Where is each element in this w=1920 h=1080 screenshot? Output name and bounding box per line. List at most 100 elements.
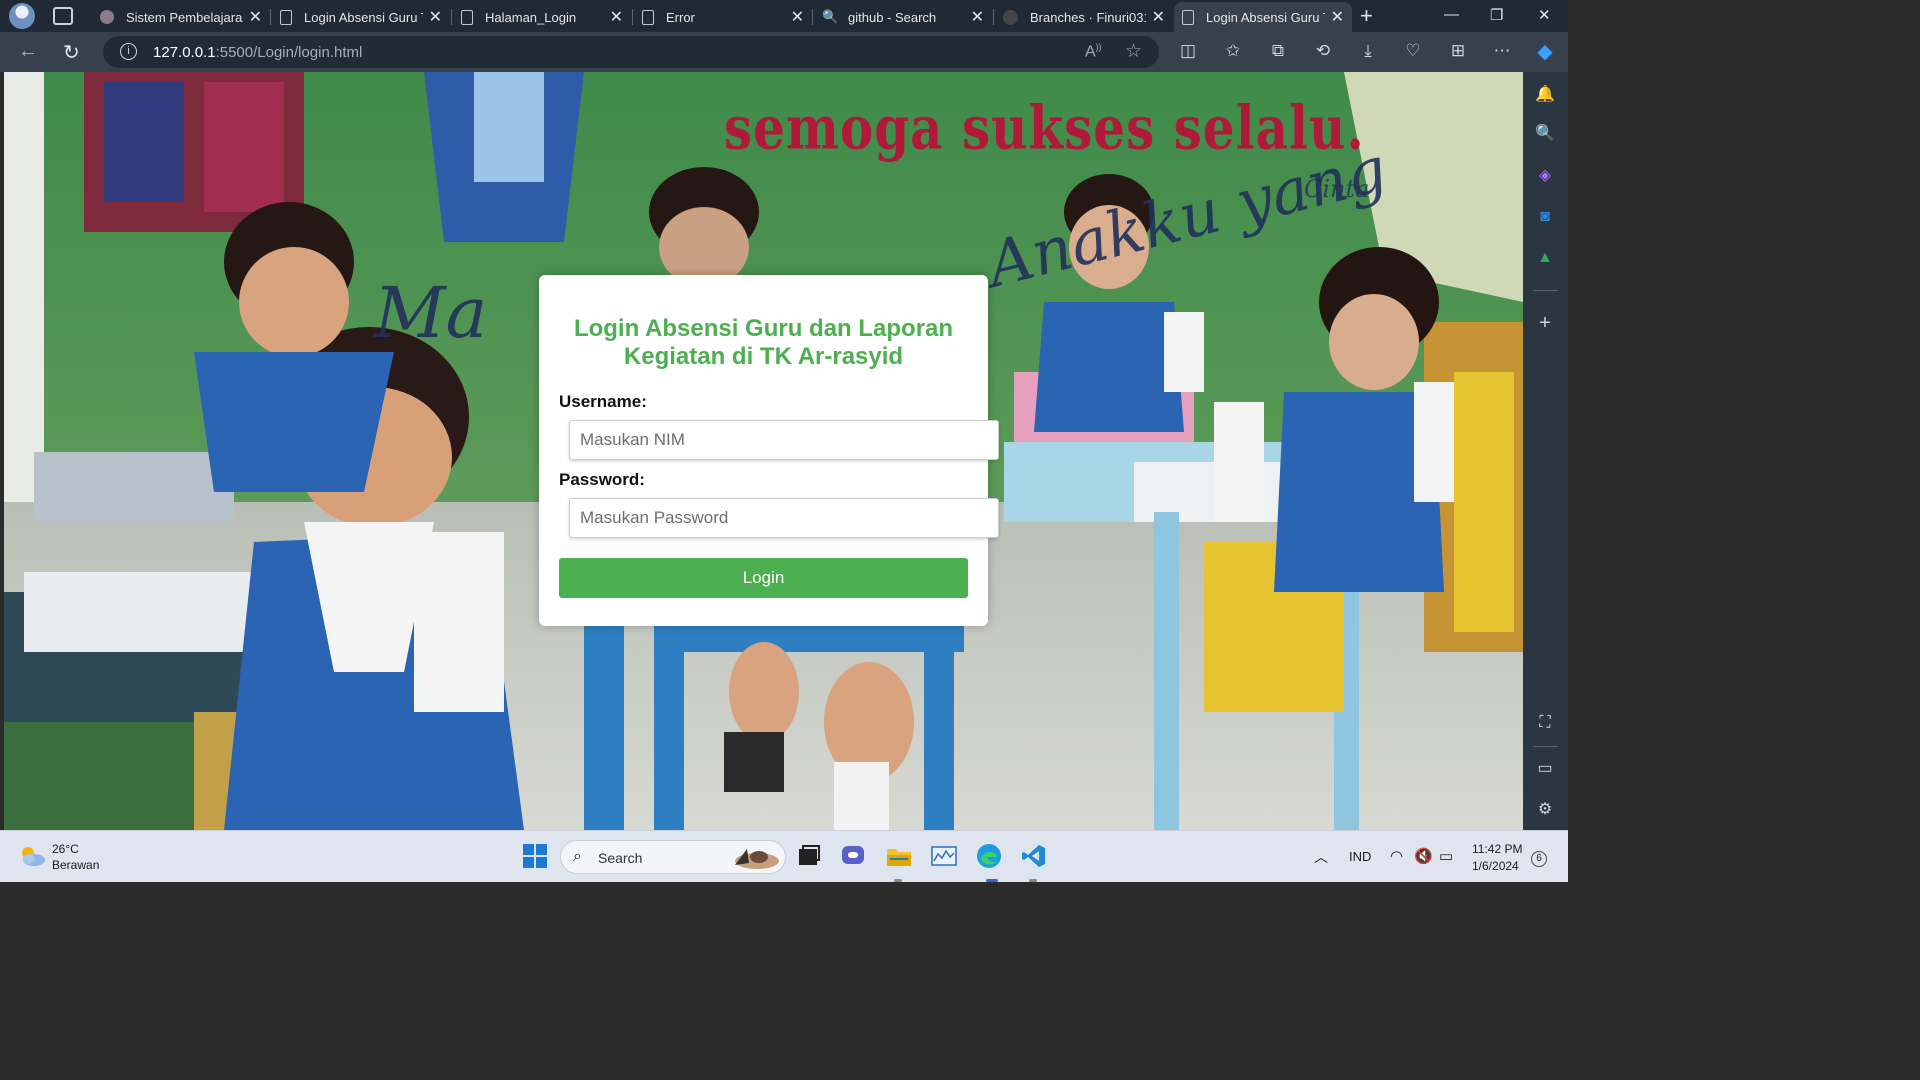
close-icon[interactable]: ✕ bbox=[249, 7, 262, 27]
close-window-icon[interactable]: ✕ bbox=[1538, 6, 1551, 24]
settings-gear-icon[interactable]: ⚙ bbox=[1535, 800, 1555, 820]
collections-icon[interactable]: ⧉ bbox=[1267, 41, 1289, 61]
tab-7-active[interactable]: Login Absensi Guru T ✕ bbox=[1174, 2, 1352, 32]
edge-sidebar: 🔔 🔍 ◈ ◙ ▲ + ⛶ ▭ ⚙ bbox=[1523, 72, 1568, 830]
hide-sidebar-icon[interactable]: ▭ bbox=[1535, 759, 1555, 779]
extensions-icon[interactable]: ⊞ bbox=[1447, 41, 1469, 61]
refresh-icon[interactable]: ↻ bbox=[63, 40, 80, 65]
add-icon[interactable]: + bbox=[1535, 313, 1555, 333]
tab-divider bbox=[812, 9, 813, 25]
copilot-icon[interactable]: ◆ bbox=[1534, 39, 1556, 64]
tab-divider bbox=[451, 9, 452, 25]
tab-divider bbox=[270, 9, 271, 25]
edge-browser-icon[interactable] bbox=[976, 843, 1002, 869]
running-app-indicator bbox=[1029, 879, 1037, 882]
battery-icon[interactable]: ▭ bbox=[1439, 847, 1453, 865]
login-button[interactable]: Login bbox=[559, 558, 968, 598]
tab-label: github - Search bbox=[848, 9, 937, 25]
username-input[interactable] bbox=[569, 420, 999, 460]
new-tab-icon[interactable]: + bbox=[1360, 3, 1373, 29]
close-icon[interactable]: ✕ bbox=[791, 7, 804, 27]
file-explorer-icon[interactable] bbox=[886, 843, 912, 869]
cloudy-weather-icon[interactable] bbox=[18, 844, 46, 868]
page-icon bbox=[1182, 9, 1194, 25]
tab-label: Branches · Finuri0311 bbox=[1030, 9, 1146, 25]
more-options-icon[interactable]: ⋯ bbox=[1491, 41, 1513, 61]
favorite-star-icon[interactable]: ☆ bbox=[1125, 40, 1142, 63]
banner-headline: semoga sukses selalu. bbox=[724, 92, 1365, 163]
taskbar-search-placeholder: Search bbox=[598, 850, 643, 866]
github-icon bbox=[1003, 9, 1018, 25]
sidebar-divider bbox=[1533, 746, 1558, 747]
tab-label: Sistem Pembelajaran bbox=[126, 9, 243, 25]
tab-label: Login Absensi Guru T bbox=[1206, 9, 1325, 25]
tab-actions-icon[interactable] bbox=[53, 7, 73, 25]
split-screen-icon[interactable]: ◫ bbox=[1177, 41, 1199, 61]
url-text[interactable]: 127.0.0.1:5500/Login/login.html bbox=[153, 44, 362, 61]
weather-temperature[interactable]: 26°C bbox=[52, 842, 79, 856]
page-viewport: Ma Anakku yang Cinta semoga sukses selal… bbox=[4, 72, 1523, 830]
history-icon[interactable]: ⟲ bbox=[1312, 41, 1334, 61]
url-path: :5500/Login/login.html bbox=[215, 44, 363, 61]
close-icon[interactable]: ✕ bbox=[1331, 7, 1344, 27]
password-label: Password: bbox=[559, 470, 645, 489]
read-aloud-icon[interactable]: A)) bbox=[1085, 42, 1102, 61]
show-hidden-icons-chevron-icon[interactable]: ︿ bbox=[1314, 847, 1328, 867]
page-icon bbox=[280, 9, 292, 25]
drive-icon[interactable]: ▲ bbox=[1535, 248, 1555, 268]
url-host: 127.0.0.1 bbox=[153, 44, 216, 61]
tab-label: Error bbox=[666, 9, 695, 25]
tab-2[interactable]: Login Absensi Guru T ✕ bbox=[272, 2, 450, 32]
password-input[interactable] bbox=[569, 498, 999, 538]
sidebar-divider bbox=[1533, 290, 1558, 291]
screen: Sistem Pembelajaran ✕ Login Absensi Guru… bbox=[0, 0, 1568, 882]
running-app-indicator bbox=[894, 879, 902, 882]
tab-label: Halaman_Login bbox=[485, 9, 577, 25]
vscode-icon[interactable] bbox=[1021, 843, 1047, 869]
back-arrow-icon[interactable]: ← bbox=[18, 40, 38, 63]
input-language[interactable]: IND bbox=[1349, 849, 1371, 864]
page-icon bbox=[461, 9, 473, 25]
task-view-icon[interactable] bbox=[796, 843, 822, 869]
tab-5[interactable]: 🔍 github - Search ✕ bbox=[814, 2, 992, 32]
volume-muted-icon[interactable]: 🔇 bbox=[1414, 847, 1433, 865]
windows-start-icon[interactable] bbox=[522, 843, 548, 869]
downloads-icon[interactable]: ⤓ bbox=[1357, 41, 1379, 61]
tab-6[interactable]: Branches · Finuri0311 ✕ bbox=[995, 2, 1173, 32]
weather-description[interactable]: Berawan bbox=[52, 858, 99, 872]
favorites-icon[interactable]: ✩ bbox=[1222, 41, 1244, 61]
screenshot-icon[interactable]: ⛶ bbox=[1535, 713, 1555, 733]
close-icon[interactable]: ✕ bbox=[610, 7, 623, 27]
minimize-icon[interactable]: — bbox=[1444, 6, 1459, 23]
teams-chat-icon[interactable] bbox=[840, 843, 866, 869]
tab-4[interactable]: Error ✕ bbox=[634, 2, 812, 32]
tab-3[interactable]: Halaman_Login ✕ bbox=[453, 2, 631, 32]
banner-signature: Cinta bbox=[1304, 175, 1369, 203]
login-card: Login Absensi Guru dan Laporan Kegiatan … bbox=[539, 275, 999, 626]
search-icon[interactable]: 🔍 bbox=[1535, 124, 1555, 144]
username-label: Username: bbox=[559, 392, 647, 411]
info-icon[interactable]: i bbox=[120, 43, 137, 60]
close-icon[interactable]: ✕ bbox=[971, 7, 984, 27]
clock-time[interactable]: 11:42 PM bbox=[1472, 842, 1522, 856]
performance-icon[interactable]: ♡ bbox=[1402, 41, 1424, 61]
restore-icon[interactable]: ❐ bbox=[1490, 6, 1503, 24]
close-icon[interactable]: ✕ bbox=[429, 7, 442, 27]
copilot-shapes-icon[interactable]: ◈ bbox=[1535, 166, 1555, 186]
resource-monitor-icon[interactable] bbox=[931, 843, 957, 869]
profile-avatar[interactable] bbox=[9, 3, 35, 29]
wifi-icon[interactable]: ◠ bbox=[1390, 847, 1403, 865]
taskbar-search-box[interactable]: ⌕ Search bbox=[560, 840, 786, 874]
outlook-icon[interactable]: ◙ bbox=[1535, 207, 1555, 227]
close-icon[interactable]: ✕ bbox=[1152, 7, 1165, 27]
notification-count-badge[interactable]: 6 bbox=[1531, 851, 1547, 867]
clock-date[interactable]: 1/6/2024 bbox=[1472, 859, 1519, 873]
tab-strip: Sistem Pembelajaran ✕ Login Absensi Guru… bbox=[0, 0, 1568, 32]
browser-toolbar: ← ↻ i 127.0.0.1:5500/Login/login.html A)… bbox=[0, 32, 1568, 72]
windows-taskbar: 26°C Berawan ⌕ Search ︿ IND ◠ 🔇 ▭ 11:42 … bbox=[0, 830, 1568, 882]
tab-1[interactable]: Sistem Pembelajaran ✕ bbox=[92, 2, 270, 32]
notification-bell-icon[interactable]: 🔔 bbox=[1535, 85, 1555, 105]
address-bar[interactable]: i 127.0.0.1:5500/Login/login.html A)) ☆ bbox=[103, 36, 1159, 68]
page-icon bbox=[642, 9, 654, 25]
search-highlight-icon bbox=[735, 849, 779, 869]
